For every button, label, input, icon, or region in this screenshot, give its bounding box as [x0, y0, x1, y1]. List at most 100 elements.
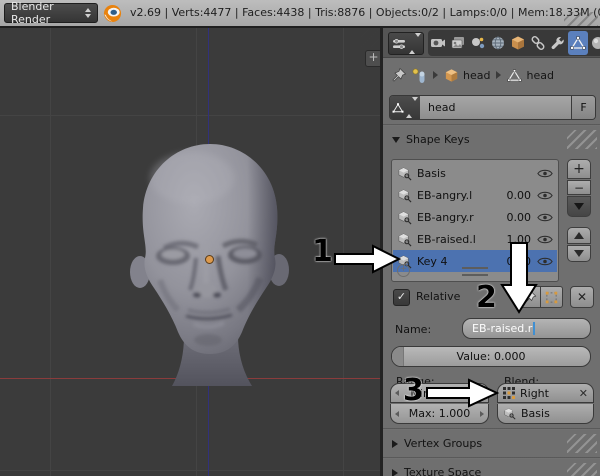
panel-title: Vertex Groups	[404, 437, 483, 450]
panel-collapsed-icon	[392, 468, 398, 476]
tab-material[interactable]	[588, 31, 600, 55]
value-slider[interactable]: Value: 0.000	[391, 346, 591, 367]
annotation-arrow-2	[500, 242, 538, 314]
blend-from-shape-select[interactable]: Basis	[497, 404, 594, 424]
vertex-group-icon	[503, 387, 515, 399]
shape-key-name: Basis	[417, 166, 446, 180]
panel-title: Shape Keys	[406, 133, 470, 146]
shapekey-icon	[398, 167, 412, 180]
mesh-triangle-icon	[570, 36, 586, 50]
move-shape-key-up-button[interactable]	[567, 227, 591, 244]
panel-drag-hatch[interactable]	[567, 463, 597, 476]
shapekey-icon	[398, 189, 412, 202]
arrow-up-icon	[574, 232, 584, 239]
slider-label: Value: 0.000	[456, 350, 526, 363]
mesh-data-icon[interactable]	[507, 68, 522, 83]
object-data-icon	[412, 68, 425, 83]
infobar-resize-hatch[interactable]	[564, 12, 598, 26]
relative-label: Relative	[416, 290, 461, 303]
name-input-value: EB-raised.r	[472, 322, 533, 335]
scene-icon	[472, 37, 485, 49]
dotted-square-icon	[545, 291, 558, 303]
shape-key-value: 0.00	[506, 188, 532, 202]
separator	[383, 428, 600, 430]
shape-key-row[interactable]: Basis	[393, 162, 557, 184]
shape-key-specials-menu[interactable]	[567, 196, 591, 217]
breadcrumb-object-name[interactable]: head	[463, 69, 490, 82]
datablock-name-field[interactable]: head	[420, 96, 571, 119]
shape-keys-panel-header[interactable]: Shape Keys	[383, 127, 600, 152]
clear-vertex-group-icon[interactable]: ✕	[579, 387, 588, 400]
name-label: Name:	[395, 323, 432, 336]
text-cursor	[533, 322, 535, 335]
tab-render-layers[interactable]	[448, 31, 468, 55]
mesh-datablock-widget: head F	[389, 95, 596, 120]
select-arrows-icon	[85, 8, 91, 18]
shape-key-row[interactable]: EB-angry.l 0.00	[393, 184, 557, 206]
list-resize-grip[interactable]	[462, 267, 488, 276]
shape-key-row[interactable]: EB-angry.r 0.00	[393, 206, 557, 228]
annotation-arrow-1	[334, 244, 401, 274]
eye-icon[interactable]	[537, 190, 553, 201]
eye-icon[interactable]	[537, 234, 553, 245]
tab-modifiers[interactable]	[548, 31, 568, 55]
breadcrumb-data-name[interactable]: head	[526, 69, 553, 82]
tab-object-data[interactable]	[568, 31, 588, 55]
tab-scene[interactable]	[468, 31, 488, 55]
annotation-number-2: 2	[476, 280, 497, 315]
info-bar: Blender Render v2.69 | Verts:4477 | Face…	[0, 0, 600, 28]
pin-icon[interactable]	[391, 67, 407, 83]
tab-constraints[interactable]	[528, 31, 548, 55]
grid-line	[0, 470, 380, 471]
texture-space-panel-header[interactable]: Texture Space	[383, 460, 600, 476]
relative-checkbox[interactable]: ✓	[393, 289, 410, 306]
eye-icon[interactable]	[537, 212, 553, 223]
shapekey-icon	[504, 408, 516, 420]
editor-type-select[interactable]	[388, 32, 424, 55]
shape-key-name: Key 4	[417, 254, 448, 268]
wrench-icon	[551, 36, 564, 50]
head-mesh-render	[126, 140, 292, 390]
tab-render[interactable]	[428, 31, 448, 55]
separator	[383, 124, 600, 126]
remove-shape-key-button[interactable]: −	[567, 180, 591, 195]
increment-arrow-icon[interactable]	[480, 410, 484, 417]
annotation-arrow-3	[426, 378, 500, 408]
breadcrumb: head head	[383, 58, 600, 92]
fake-user-button[interactable]: F	[571, 96, 595, 119]
shapekey-icon	[398, 211, 412, 224]
panel-drag-hatch[interactable]	[567, 434, 597, 453]
vertex-groups-panel-header[interactable]: Vertex Groups	[383, 431, 600, 456]
layers-icon	[451, 37, 464, 49]
tab-object[interactable]	[508, 31, 528, 55]
eye-icon[interactable]	[537, 256, 553, 267]
show-region-button[interactable]: +	[365, 50, 380, 67]
annotation-number-1: 1	[312, 234, 333, 269]
blender-window: { "info_bar": { "engine_selector": "Blen…	[0, 0, 600, 476]
shape-key-name-input[interactable]: EB-raised.r	[462, 318, 591, 339]
panel-drag-hatch[interactable]	[567, 130, 597, 149]
shape-key-name: EB-angry.l	[417, 188, 473, 202]
vertex-group-value: Right	[520, 386, 549, 400]
chevron-right-icon	[433, 71, 438, 79]
render-engine-label: Blender Render	[11, 0, 54, 26]
panel-title: Texture Space	[404, 466, 482, 476]
move-shape-key-down-button[interactable]	[567, 245, 591, 262]
render-engine-select[interactable]: Blender Render	[4, 0, 98, 26]
eye-icon[interactable]	[537, 168, 553, 179]
vertex-group-select[interactable]: Right ✕	[497, 383, 594, 403]
chain-icon	[531, 36, 545, 50]
object-cube-icon[interactable]	[444, 68, 459, 83]
shape-key-edit-mode-button[interactable]	[541, 286, 563, 308]
tab-world[interactable]	[488, 31, 508, 55]
decrement-arrow-icon[interactable]	[395, 390, 399, 396]
annotation-number-3: 3	[403, 373, 424, 408]
cube-icon	[512, 36, 524, 50]
datablock-type-select[interactable]	[390, 96, 420, 119]
decrement-arrow-icon[interactable]	[395, 410, 399, 417]
clear-button[interactable]: ✕	[570, 286, 594, 308]
blender-logo-icon	[103, 4, 122, 23]
viewport-resize-hatch[interactable]	[361, 29, 379, 47]
sphere-icon	[592, 37, 600, 49]
add-shape-key-button[interactable]: +	[567, 159, 591, 179]
